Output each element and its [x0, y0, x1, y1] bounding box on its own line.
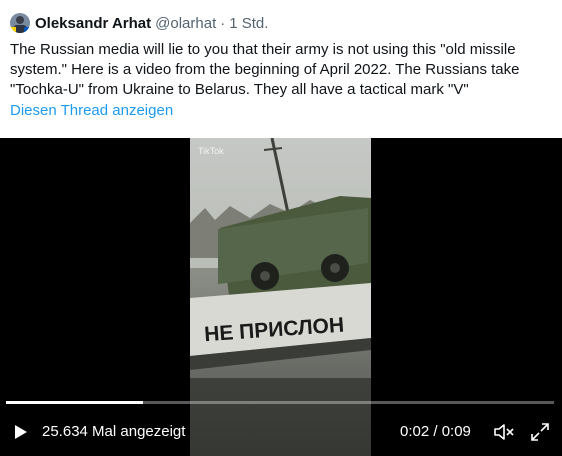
fullscreen-icon — [531, 423, 549, 441]
author-handle[interactable]: @olarhat — [155, 15, 216, 32]
video-progress-bar[interactable] — [6, 401, 554, 404]
tiktok-watermark: TikTok — [198, 146, 224, 156]
avatar[interactable] — [10, 13, 30, 33]
separator-dot: · — [220, 14, 226, 32]
video-frame: TikTok НЕ ПРИСЛОН — [190, 138, 371, 456]
play-icon — [15, 425, 27, 439]
mute-button[interactable] — [493, 422, 515, 442]
video-player[interactable]: TikTok НЕ ПРИСЛОН 25.634 Mal angezeigt 0… — [0, 138, 562, 456]
tweet-card: Oleksandr Arhat @olarhat · 1 Std. The Ru… — [0, 0, 562, 456]
show-thread-link[interactable]: Diesen Thread anzeigen — [10, 102, 173, 119]
tweet-header: Oleksandr Arhat @olarhat · 1 Std. — [10, 12, 268, 34]
tweet-text: The Russian media will lie to you that t… — [10, 40, 555, 100]
fullscreen-button[interactable] — [530, 422, 550, 442]
video-timecode: 0:02 / 0:09 — [400, 423, 471, 440]
view-count: 25.634 Mal angezeigt — [42, 423, 186, 440]
play-button[interactable] — [10, 422, 30, 442]
tweet-text-line: system." Here is a video from the beginn… — [10, 61, 520, 78]
mute-icon — [494, 424, 514, 440]
tweet-text-line: "Tochka-U" from Ukraine to Belarus. They… — [10, 81, 469, 98]
video-progress-fill — [6, 401, 143, 404]
tweet-timestamp[interactable]: 1 Std. — [229, 15, 268, 32]
video-controls: 25.634 Mal angezeigt 0:02 / 0:09 — [0, 414, 562, 450]
author-name[interactable]: Oleksandr Arhat — [35, 15, 151, 32]
tweet-text-line: The Russian media will lie to you that t… — [10, 41, 516, 58]
